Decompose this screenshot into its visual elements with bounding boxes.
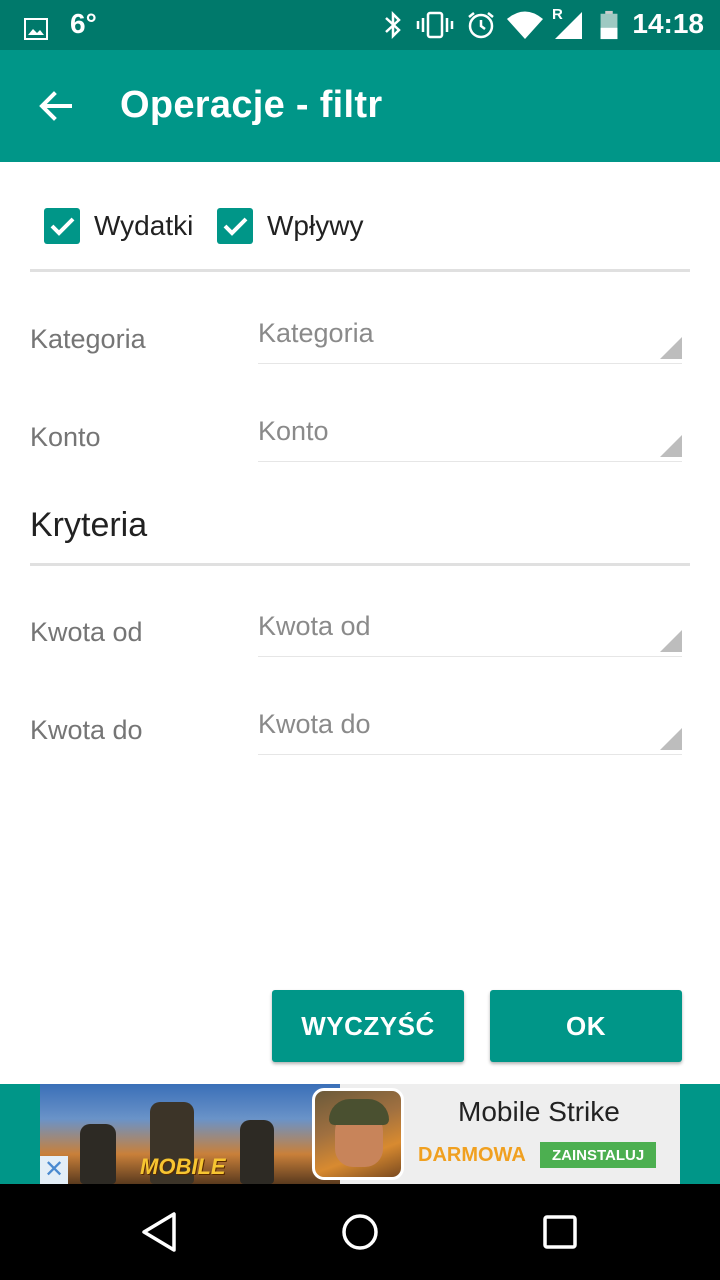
clear-button[interactable]: WYCZYŚĆ — [272, 990, 464, 1062]
ad-banner[interactable]: MOBILE Mobile Strike DARMOWA ZAINSTALUJ … — [40, 1084, 680, 1184]
income-label: Wpływy — [267, 210, 364, 241]
account-spinner[interactable]: Konto — [258, 410, 682, 462]
category-value: Kategoria — [258, 318, 374, 348]
dropdown-corner-icon — [660, 630, 682, 652]
amount-from-label: Kwota od — [30, 617, 143, 647]
alarm-icon — [468, 12, 494, 39]
expenses-checkbox[interactable]: Wydatki — [44, 206, 193, 246]
arrow-left-icon[interactable] — [34, 84, 78, 128]
amount-from-field[interactable]: Kwota od — [258, 605, 682, 657]
account-label: Konto — [30, 422, 101, 452]
divider — [30, 269, 690, 272]
app-bar: Operacje - filtr — [0, 50, 720, 162]
divider — [30, 563, 690, 566]
dropdown-corner-icon — [660, 728, 682, 750]
home-nav-icon[interactable] — [336, 1208, 384, 1256]
ad-install-button[interactable]: ZAINSTALUJ — [540, 1142, 657, 1168]
status-bar: 6° R 14:18 — [0, 0, 720, 50]
amount-to-label: Kwota do — [30, 715, 143, 745]
amount-to-value: Kwota do — [258, 709, 371, 739]
checkbox-checked-icon — [44, 208, 80, 244]
roaming-indicator: R — [552, 6, 563, 23]
navigation-bar — [0, 1184, 720, 1280]
wifi-icon — [507, 11, 543, 39]
dropdown-corner-icon — [660, 337, 682, 359]
ad-app-icon — [312, 1088, 404, 1180]
amount-to-field[interactable]: Kwota do — [258, 703, 682, 755]
recents-nav-icon[interactable] — [536, 1208, 584, 1256]
ad-close-icon[interactable]: ✕ — [40, 1156, 68, 1184]
vibrate-icon — [416, 11, 454, 39]
back-nav-icon[interactable] — [136, 1208, 184, 1256]
battery-icon — [600, 10, 618, 40]
ad-title: Mobile Strike — [458, 1096, 620, 1127]
ad-banner-image: MOBILE — [40, 1084, 340, 1184]
expenses-label: Wydatki — [94, 210, 194, 241]
bluetooth-icon — [385, 10, 401, 40]
page-title: Operacje - filtr — [120, 84, 383, 126]
income-checkbox[interactable]: Wpływy — [217, 206, 363, 246]
ad-free-label: DARMOWA — [418, 1144, 526, 1166]
account-value: Konto — [258, 416, 329, 446]
clock-text: 14:18 — [632, 8, 704, 39]
category-spinner[interactable]: Kategoria — [258, 312, 682, 364]
dropdown-corner-icon — [660, 435, 682, 457]
amount-from-value: Kwota od — [258, 611, 371, 641]
checkbox-checked-icon — [217, 208, 253, 244]
image-icon — [24, 18, 48, 40]
criteria-heading: Kryteria — [30, 506, 148, 544]
ad-game-logo: MOBILE — [140, 1154, 226, 1179]
category-label: Kategoria — [30, 324, 146, 354]
temperature-text: 6° — [70, 8, 97, 39]
ok-button[interactable]: OK — [490, 990, 682, 1062]
